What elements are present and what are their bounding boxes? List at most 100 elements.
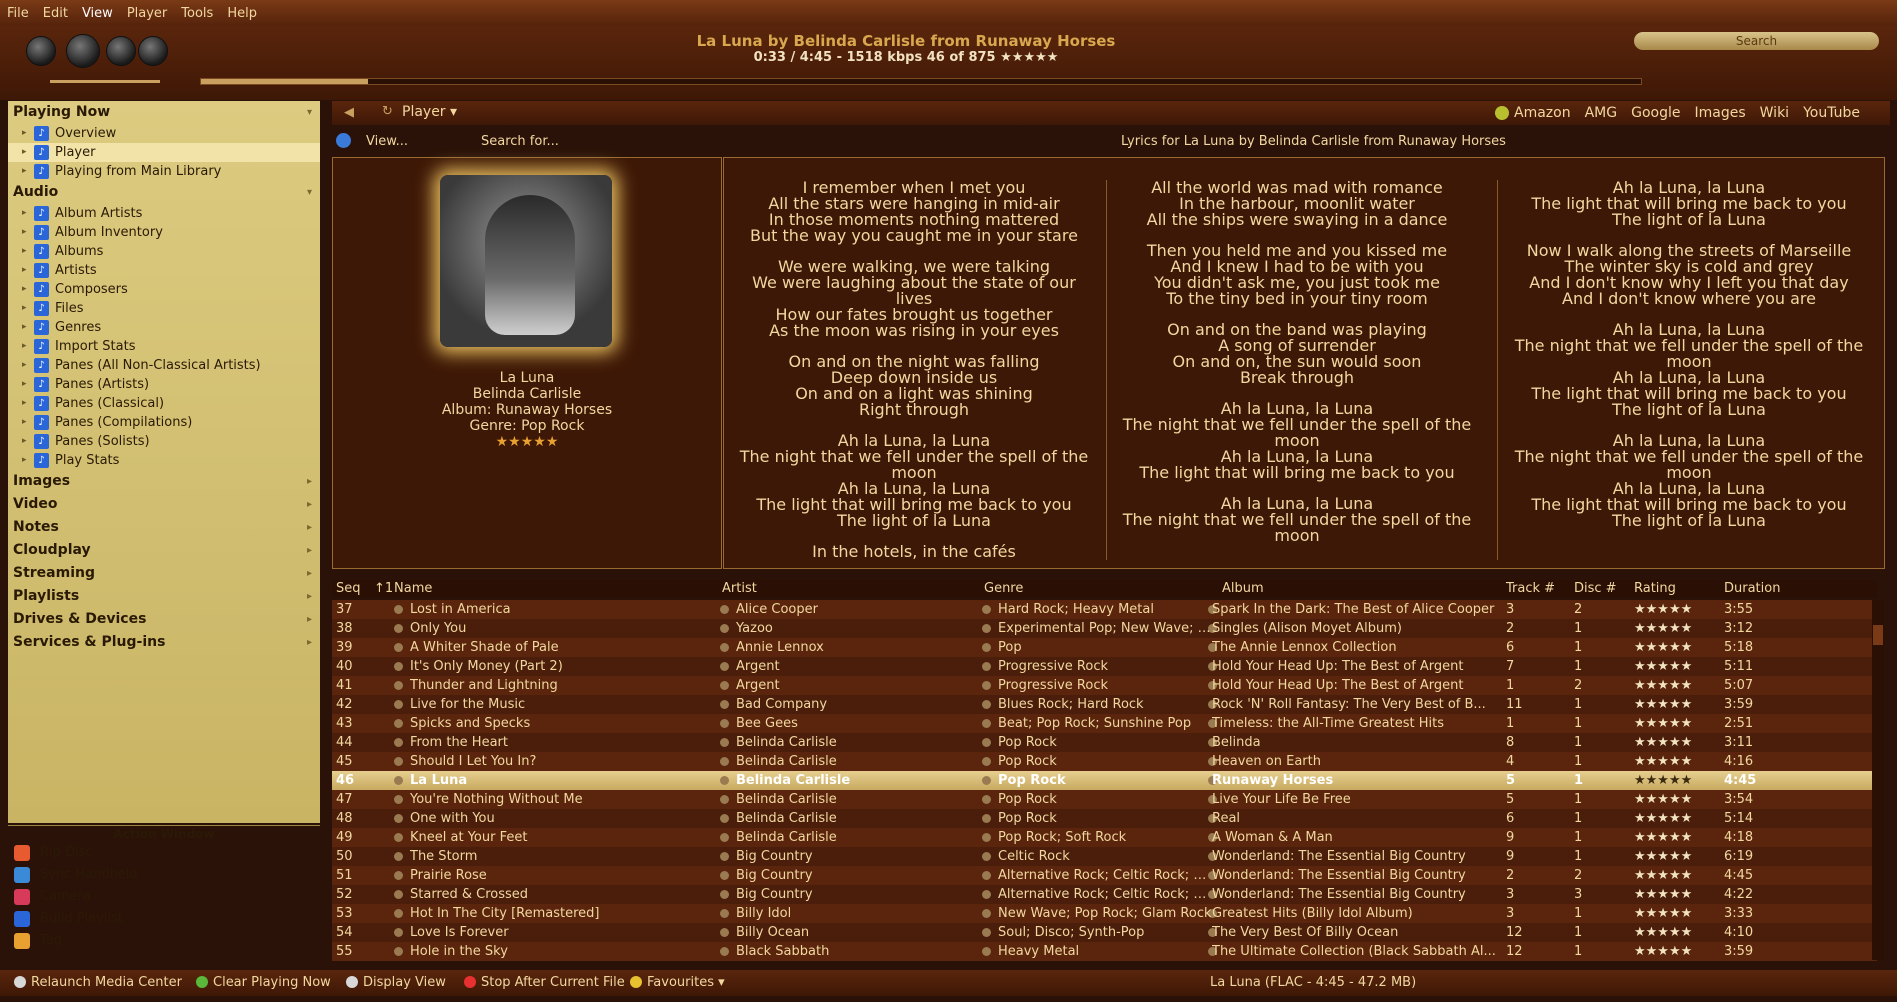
table-row[interactable]: 43 Spicks and Specks Bee Gees Beat; Pop Roc… [332, 714, 1877, 733]
sidebar-item-genres[interactable]: ▸ ♪ Genres [8, 318, 320, 337]
menu-view[interactable]: View [75, 6, 120, 21]
tree-twisty-icon[interactable]: ▸ [22, 413, 27, 432]
column-header-album[interactable]: Album [1222, 581, 1264, 596]
column-header-disc-[interactable]: Disc # [1574, 581, 1617, 596]
rating-stars[interactable]: ★★★★★ [1634, 942, 1714, 961]
column-header-genre[interactable]: Genre [984, 581, 1023, 596]
sidebar-item-player[interactable]: ▸ ♪ Player [8, 143, 320, 162]
rating-stars[interactable]: ★★★★★ [1634, 866, 1714, 885]
rating-stars[interactable]: ★★★★★ [1634, 676, 1714, 695]
tree-twisty-icon[interactable]: ▸ [22, 204, 27, 223]
refresh-icon[interactable]: ↻ [382, 104, 393, 119]
column-header-rating[interactable]: Rating [1634, 581, 1676, 596]
status-button-relaunch-media-center[interactable]: Relaunch Media Center [14, 975, 182, 990]
column-header-track-[interactable]: Track # [1506, 581, 1555, 596]
sidebar-group-video[interactable]: Video ▸ [8, 493, 320, 516]
back-icon[interactable]: ◀ [344, 105, 354, 120]
column-header-duration[interactable]: Duration [1724, 581, 1780, 596]
sidebar-item-albums[interactable]: ▸ ♪ Albums [8, 242, 320, 261]
table-row[interactable]: 41 Thunder and Lightning Argent Progressive… [332, 676, 1877, 695]
column-header-name[interactable]: Name [394, 581, 432, 596]
table-row[interactable]: 45 Should I Let You In? Belinda Carlisle Po… [332, 752, 1877, 771]
sidebar-group-streaming[interactable]: Streaming ▸ [8, 562, 320, 585]
expand-arrow-icon[interactable]: ▸ [307, 585, 312, 608]
link-images[interactable]: Images [1695, 105, 1746, 121]
link-youtube[interactable]: YouTube [1803, 105, 1860, 121]
tree-twisty-icon[interactable]: ▸ [22, 375, 27, 394]
link-google[interactable]: Google [1631, 105, 1680, 121]
rating-stars[interactable]: ★★★★★ [1634, 885, 1714, 904]
link-wiki[interactable]: Wiki [1760, 105, 1789, 121]
table-row[interactable]: 52 Starred & Crossed Big Country Alternativ… [332, 885, 1877, 904]
expand-arrow-icon[interactable]: ▾ [307, 101, 312, 124]
tab-player[interactable]: Player ▾ [402, 104, 457, 120]
search-for-button[interactable]: Search for... [481, 134, 559, 149]
seek-bar[interactable] [200, 78, 1642, 85]
view-icon[interactable] [336, 133, 351, 148]
rating-stars[interactable]: ★★★★★ [1634, 638, 1714, 657]
rating-stars[interactable]: ★★★★★ [1634, 600, 1714, 619]
status-button-stop-after-current-file[interactable]: Stop After Current File [464, 975, 625, 990]
column-header-seq[interactable]: Seq [336, 581, 361, 596]
sidebar-item-artists[interactable]: ▸ ♪ Artists [8, 261, 320, 280]
menu-edit[interactable]: Edit [36, 6, 75, 21]
sidebar-group-audio[interactable]: Audio ▾ [8, 181, 320, 204]
action-rip-disc[interactable]: Rip Disc [8, 842, 320, 864]
menu-help[interactable]: Help [220, 6, 264, 21]
rating-stars[interactable]: ★★★★★ [1634, 733, 1714, 752]
tree-twisty-icon[interactable]: ▸ [22, 261, 27, 280]
expand-arrow-icon[interactable]: ▸ [307, 539, 312, 562]
sidebar-group-playlists[interactable]: Playlists ▸ [8, 585, 320, 608]
action-camera[interactable]: Camera [8, 886, 320, 908]
tree-twisty-icon[interactable]: ▸ [22, 451, 27, 470]
status-button-display-view[interactable]: Display View [346, 975, 446, 990]
sidebar-group-cloudplay[interactable]: Cloudplay ▸ [8, 539, 320, 562]
status-button-favourites-[interactable]: Favourites ▾ [630, 975, 725, 990]
rating-stars[interactable]: ★★★★★ [1634, 771, 1714, 790]
rating-stars[interactable]: ★★★★★ [1634, 809, 1714, 828]
action-tag[interactable]: Tag [8, 930, 320, 952]
table-row[interactable]: 47 You're Nothing Without Me Belinda Carli… [332, 790, 1877, 809]
link-amazon[interactable]: Amazon [1514, 105, 1571, 121]
view-button[interactable]: View... [366, 134, 408, 149]
column-header-artist[interactable]: Artist [722, 581, 757, 596]
rating-stars[interactable]: ★★★★★ [1634, 657, 1714, 676]
expand-arrow-icon[interactable]: ▾ [307, 181, 312, 204]
tree-twisty-icon[interactable]: ▸ [22, 124, 27, 143]
expand-arrow-icon[interactable]: ▸ [307, 493, 312, 516]
sidebar-item-album-inventory[interactable]: ▸ ♪ Album Inventory [8, 223, 320, 242]
sidebar-item-overview[interactable]: ▸ ♪ Overview [8, 124, 320, 143]
action-build-playlist[interactable]: Build Playlist [8, 908, 320, 930]
rating-stars[interactable]: ★★★★★ [1634, 695, 1714, 714]
tree-twisty-icon[interactable]: ▸ [22, 356, 27, 375]
rating-stars[interactable]: ★★★★★ [1634, 790, 1714, 809]
sidebar-item-panes-compilations-[interactable]: ▸ ♪ Panes (Compilations) [8, 413, 320, 432]
sidebar-item-panes-solists-[interactable]: ▸ ♪ Panes (Solists) [8, 432, 320, 451]
table-row[interactable]: 46 La Luna Belinda Carlisle Pop Rock Runaway… [332, 771, 1877, 790]
sidebar-item-panes-classical-[interactable]: ▸ ♪ Panes (Classical) [8, 394, 320, 413]
table-row[interactable]: 39 A Whiter Shade of Pale Annie Lennox Pop T… [332, 638, 1877, 657]
tree-twisty-icon[interactable]: ▸ [22, 299, 27, 318]
rating-stars[interactable]: ★★★★★ [1634, 752, 1714, 771]
sidebar-item-playing-from-main-library[interactable]: ▸ ♪ Playing from Main Library [8, 162, 320, 181]
table-row[interactable]: 37 Lost in America Alice Cooper Hard Rock; … [332, 600, 1877, 619]
table-row[interactable]: 40 It's Only Money (Part 2) Argent Progress… [332, 657, 1877, 676]
sidebar-group-playing-now[interactable]: Playing Now ▾ [8, 101, 320, 124]
sidebar-group-drives-devices[interactable]: Drives & Devices ▸ [8, 608, 320, 631]
table-row[interactable]: 49 Kneel at Your Feet Belinda Carlisle Pop … [332, 828, 1877, 847]
expand-arrow-icon[interactable]: ▸ [307, 562, 312, 585]
menu-player[interactable]: Player [120, 6, 174, 21]
table-row[interactable]: 51 Prairie Rose Big Country Alternative Roc… [332, 866, 1877, 885]
tree-twisty-icon[interactable]: ▸ [22, 162, 27, 181]
tree-twisty-icon[interactable]: ▸ [22, 242, 27, 261]
column-header--1[interactable]: ↑1 [374, 581, 393, 596]
volume-slider[interactable] [50, 80, 160, 83]
tree-twisty-icon[interactable]: ▸ [22, 432, 27, 451]
rating-stars[interactable]: ★★★★★ [1634, 828, 1714, 847]
rating-stars[interactable]: ★★★★★ [1634, 619, 1714, 638]
tree-twisty-icon[interactable]: ▸ [22, 337, 27, 356]
search-input[interactable]: Search [1634, 32, 1879, 50]
menu-tools[interactable]: Tools [174, 6, 220, 21]
expand-arrow-icon[interactable]: ▸ [307, 631, 312, 654]
tree-twisty-icon[interactable]: ▸ [22, 394, 27, 413]
